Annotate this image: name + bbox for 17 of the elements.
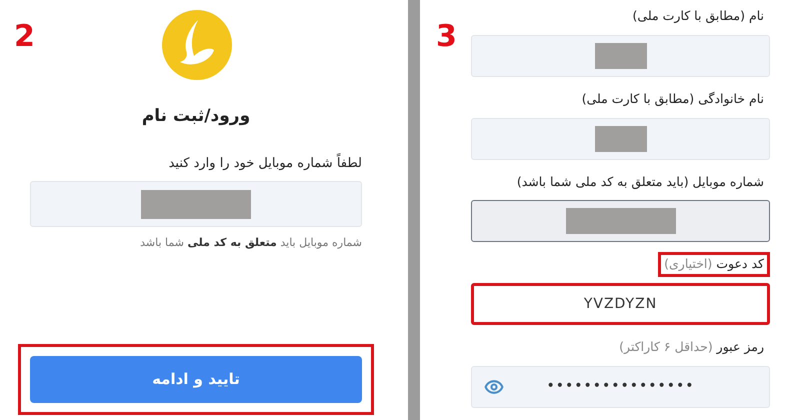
redaction-block <box>594 42 646 69</box>
redaction-block <box>594 126 646 152</box>
logo-icon <box>162 10 232 80</box>
input-field[interactable]: YVZDYZN <box>471 283 770 325</box>
submit-button[interactable]: تایید و ادامه <box>30 356 362 403</box>
field-label: رمز عبور (حداقل ۶ کاراکتر) <box>618 338 765 356</box>
hint-text: شماره موبایل باید متعلق به کد ملی شما باشد <box>140 235 362 251</box>
field-label: لطفاً شماره موبایل خود را وارد کنید <box>168 154 362 173</box>
phone-field[interactable] <box>30 181 362 227</box>
page-title: ورود/ثبت نام <box>142 105 250 128</box>
step-number: 2 <box>14 18 35 56</box>
step-number: 3 <box>436 18 457 56</box>
password-field[interactable]: •••••••••••••••• <box>471 366 770 408</box>
field-label: شماره موبایل (باید متعلق به کد ملی شما باشد) <box>516 172 765 191</box>
field-label: کد دعوت (اختیاری) <box>658 252 770 277</box>
field-label: نام خانوادگی (مطابق با کارت ملی) <box>580 90 765 108</box>
field-label: نام (مطابق با کارت ملی) <box>632 7 765 25</box>
